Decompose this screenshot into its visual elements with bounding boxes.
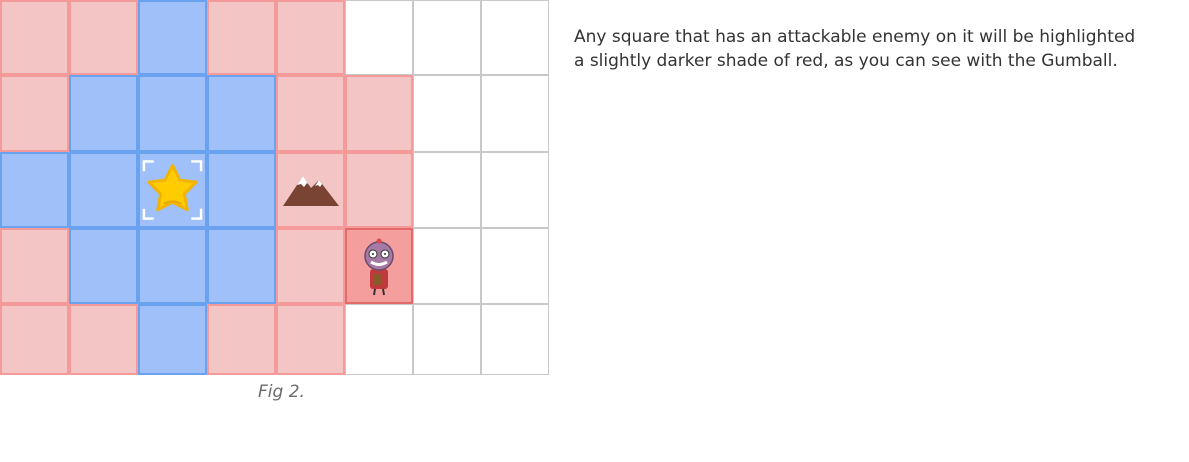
board-cell-empty[interactable] (413, 228, 481, 304)
board-cell-attack[interactable] (276, 304, 345, 375)
board-cell-attack[interactable] (0, 0, 69, 75)
board-cell-attack[interactable] (276, 75, 345, 152)
board-cell-move[interactable] (138, 304, 207, 375)
board-cell-empty[interactable] (413, 75, 481, 152)
board-cell-empty[interactable] (345, 304, 413, 375)
board-cell-attack[interactable] (207, 0, 276, 75)
board-cell-empty[interactable] (345, 0, 413, 75)
board-cell-empty[interactable] (481, 304, 549, 375)
figure-caption: Fig 2. (258, 382, 305, 402)
board-cell-attack[interactable] (69, 0, 138, 75)
mountain-icon (278, 154, 343, 226)
board-cell-empty[interactable] (481, 152, 549, 228)
board-cell-attack[interactable] (0, 228, 69, 304)
board-cell-attack[interactable] (69, 304, 138, 375)
description-text: Any square that has an attackable enemy … (574, 25, 1174, 73)
board-cell-attack[interactable] (345, 152, 413, 228)
board-cell-attack[interactable] (276, 152, 345, 228)
board-cell-attack[interactable] (0, 304, 69, 375)
board-cell-enemy[interactable] (345, 228, 413, 304)
board-cell-move[interactable] (138, 228, 207, 304)
board-cell-move[interactable] (69, 152, 138, 228)
board-cell-move[interactable] (138, 0, 207, 75)
gumball-enemy-icon[interactable] (347, 230, 411, 302)
board-cell-move[interactable] (138, 152, 207, 228)
star-unit-icon[interactable] (140, 154, 205, 226)
board-cell-move[interactable] (138, 75, 207, 152)
board-cell-attack[interactable] (207, 304, 276, 375)
board-cell-empty[interactable] (413, 0, 481, 75)
board-cell-empty[interactable] (481, 75, 549, 152)
board-cell-empty[interactable] (481, 0, 549, 75)
board-cell-move[interactable] (207, 152, 276, 228)
board-cell-attack[interactable] (345, 75, 413, 152)
board-cell-attack[interactable] (276, 228, 345, 304)
board-cell-move[interactable] (69, 75, 138, 152)
board-cell-empty[interactable] (413, 304, 481, 375)
board-cell-move[interactable] (0, 152, 69, 228)
board-cell-empty[interactable] (413, 152, 481, 228)
board-cell-move[interactable] (207, 228, 276, 304)
description-line-2: a slightly darker shade of red, as you c… (574, 51, 1118, 71)
board-cell-move[interactable] (69, 228, 138, 304)
board-cell-move[interactable] (207, 75, 276, 152)
board-cell-attack[interactable] (0, 75, 69, 152)
description-line-1: Any square that has an attackable enemy … (574, 27, 1136, 47)
board-cell-attack[interactable] (276, 0, 345, 75)
game-board (0, 0, 549, 375)
board-cell-empty[interactable] (481, 228, 549, 304)
